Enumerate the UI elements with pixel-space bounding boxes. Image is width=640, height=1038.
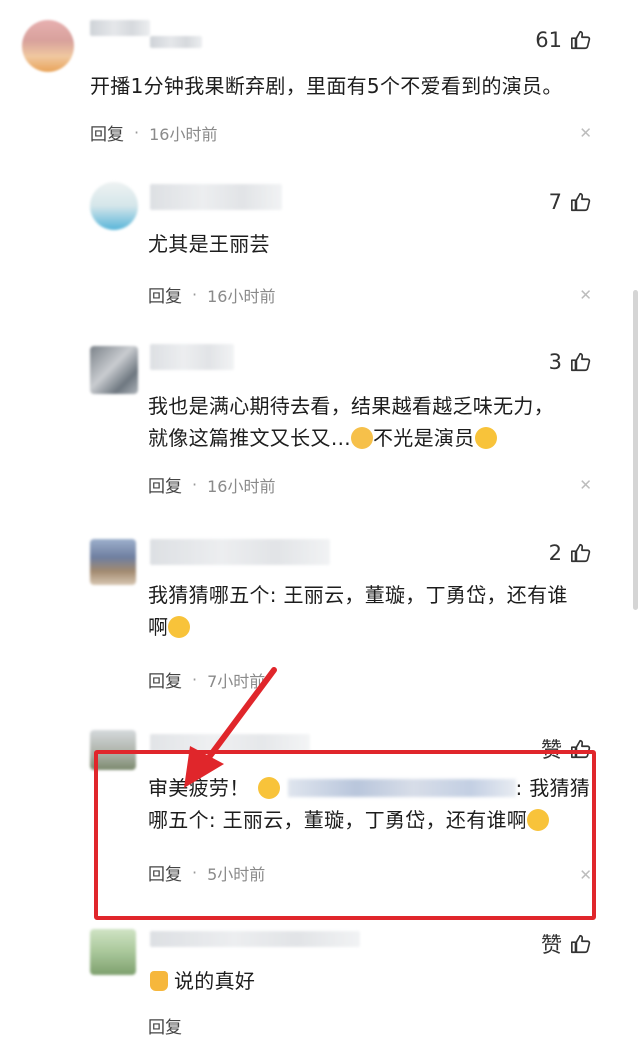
comment-meta: 回复 · 16小时前 [148, 282, 275, 307]
close-icon[interactable]: ✕ [579, 476, 592, 494]
timestamp: 16小时前 [207, 476, 276, 496]
thumbs-up-icon [571, 30, 591, 50]
timestamp: 16小时前 [149, 124, 218, 144]
comment-meta: 回复 · 16小时前 [148, 472, 275, 497]
comment-text: 我也是满心期待去看，结果越看越乏味无力， 就像这篇推文又长又… 不光是演员 [148, 390, 554, 454]
avatar[interactable] [90, 539, 136, 585]
username-blurred[interactable] [150, 344, 234, 370]
like-button[interactable]: 7 [549, 190, 592, 214]
separator-dot: · [192, 475, 198, 494]
comment-meta: 回复 [148, 1013, 192, 1038]
comment-text: 尤其是王丽芸 [148, 232, 270, 256]
comment-text-line: 我猜猜哪五个: 王丽云，董璇，丁勇岱，还有谁 [148, 583, 568, 607]
reply-button[interactable]: 回复 [90, 120, 124, 145]
username-blurred[interactable] [150, 931, 360, 947]
comment-text: 说的真好 [150, 965, 255, 997]
username-blurred[interactable] [150, 36, 202, 48]
grin-emoji-icon [168, 616, 191, 638]
thumbs-up-icon [571, 352, 591, 372]
comment-text-fragment: 啊 [148, 615, 169, 639]
thumbs-up-emoji-icon [150, 971, 168, 991]
close-icon[interactable]: ✕ [579, 124, 592, 142]
like-count: 61 [535, 28, 562, 52]
comment-text-line: 就像这篇推文又长又… 不光是演员 [148, 422, 554, 454]
comment-2: 7 尤其是王丽芸 回复 · 16小时前 ✕ [0, 170, 640, 320]
like-count: 2 [548, 541, 562, 565]
like-count: 7 [548, 190, 562, 214]
hush-emoji-icon [474, 427, 497, 449]
comment-text-fragment: 说的真好 [174, 969, 256, 993]
comment-3: 3 我也是满心期待去看，结果越看越乏味无力， 就像这篇推文又长又… 不光是演员 回… [0, 330, 640, 510]
comment-6: 赞 说的真好 回复 [0, 925, 640, 1038]
thumbs-up-icon [571, 934, 591, 954]
like-count: 3 [548, 350, 562, 374]
reply-button[interactable]: 回复 [148, 1013, 182, 1038]
close-icon[interactable]: ✕ [579, 286, 592, 304]
username-blurred[interactable] [150, 539, 330, 565]
reply-button[interactable]: 回复 [148, 472, 182, 497]
comment-meta: 回复 · 16小时前 [90, 120, 217, 145]
comment-text-fragment: 就像这篇推文又长又… [148, 426, 351, 450]
cat-emoji-icon [351, 427, 373, 449]
comment-text-fragment: 不光是演员 [373, 426, 475, 450]
separator-dot: · [192, 285, 198, 304]
like-button[interactable]: 2 [549, 541, 592, 565]
avatar[interactable] [90, 929, 136, 975]
like-label: 赞 [541, 933, 562, 957]
reply-button[interactable]: 回复 [148, 282, 182, 307]
avatar[interactable] [90, 346, 138, 394]
annotation-arrow-icon [184, 667, 277, 788]
like-button[interactable]: 3 [549, 350, 592, 374]
comment-1: 61 开播1分钟我果断弃剧，里面有5个不爱看到的演员。 回复 · 16小时前 ✕ [0, 0, 640, 160]
thumbs-up-icon [571, 192, 591, 212]
like-button[interactable]: 赞 [541, 929, 592, 959]
username-blurred[interactable] [90, 20, 150, 36]
like-button[interactable]: 61 [535, 28, 592, 52]
separator-dot: · [134, 123, 140, 142]
comment-text: 开播1分钟我果断弃剧，里面有5个不爱看到的演员。 [90, 74, 563, 98]
comment-text-line: 我也是满心期待去看，结果越看越乏味无力， [148, 394, 554, 418]
thumbs-up-icon [571, 543, 591, 563]
comment-text: 我猜猜哪五个: 王丽云，董璇，丁勇岱，还有谁 啊 [148, 579, 568, 643]
timestamp: 16小时前 [207, 286, 276, 306]
comment-text-line: 啊 [148, 611, 568, 643]
avatar[interactable] [22, 20, 74, 72]
avatar[interactable] [90, 182, 138, 230]
comment-4: 2 我猜猜哪五个: 王丽云，董璇，丁勇岱，还有谁 啊 回复 · 7小时前 [0, 525, 640, 715]
username-blurred[interactable] [150, 184, 282, 210]
